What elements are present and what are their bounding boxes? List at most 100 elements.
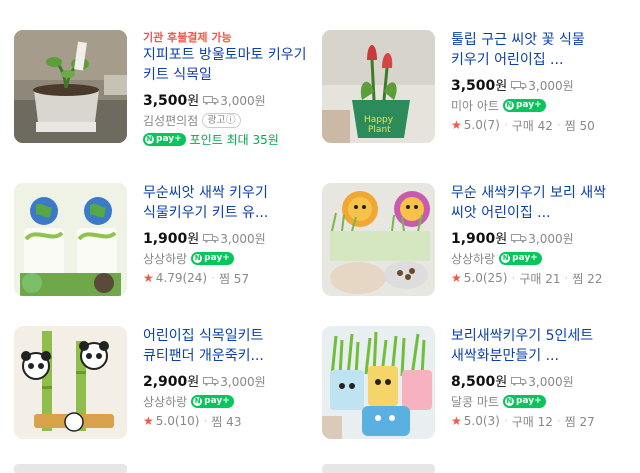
npay-badge: Npay+ <box>502 394 546 408</box>
next-row-thumbnail-partial <box>322 464 435 473</box>
price-unit: 원 <box>495 79 508 94</box>
product-card[interactable]: 보리새싹키우기 5인세트 새싹화분만들기 ... 8,500 원 3,000원 … <box>322 326 622 446</box>
rating-row: ★ 5.0 (25) · 구매 21 · 찜 22 <box>451 270 621 286</box>
shipping-fee: 3,000원 <box>528 79 574 93</box>
payment-badge: 기관 후불결제 가능 <box>143 31 232 44</box>
purchase-count: 구매 42 <box>511 118 553 133</box>
product-thumbnail[interactable]: Happy Plant <box>322 30 435 143</box>
review-count[interactable]: (3) <box>483 414 500 428</box>
tomato-pot-photo-icon <box>14 30 127 143</box>
price-row: 1,900 원 3,000원 <box>143 228 313 247</box>
purchase-count: 구매 12 <box>511 414 553 429</box>
seller-name[interactable]: 달콩 마트 <box>451 393 499 410</box>
svg-text:Happy: Happy <box>364 115 394 125</box>
star-icon: ★ <box>143 414 154 428</box>
ad-badge: 광고ⓘ <box>202 112 241 128</box>
price: 3,500 <box>451 78 496 94</box>
shipping-fee: 3,000원 <box>528 375 574 389</box>
star-icon: ★ <box>451 414 462 428</box>
next-row-thumbnail-partial <box>14 464 127 473</box>
star-icon: ★ <box>143 271 154 285</box>
review-count[interactable]: (7) <box>483 118 500 132</box>
product-title[interactable]: 툴립 구근 씨앗 꽃 식물 키우기 어린이집 ... <box>451 30 621 70</box>
naver-n-icon: N <box>193 253 203 263</box>
seller-row: 상상하랑 Npay+ <box>143 249 313 267</box>
price-unit: 원 <box>187 94 200 109</box>
price-unit: 원 <box>495 232 508 247</box>
product-thumbnail[interactable] <box>14 30 127 143</box>
divider: · <box>503 414 508 428</box>
price: 1,900 <box>451 231 496 247</box>
price-unit: 원 <box>187 375 200 390</box>
product-card[interactable]: 무순씨앗 새싹 키우기 식물키우기 키트 유... 1,900 원 3,000원… <box>14 183 314 303</box>
rating-value: 5.0 <box>463 414 483 428</box>
product-card[interactable]: 어린이집 식목일키트 큐티팬더 개운죽키... 2,900 원 3,000원 상… <box>14 326 314 446</box>
price-row: 1,900 원 3,000원 <box>451 228 621 247</box>
lion-sprout-cups-photo-icon <box>322 183 435 296</box>
shipping-fee: 3,000원 <box>220 94 266 108</box>
product-info: 무순 새싹키우기 보리 새싹 씨앗 어린이집 ... 1,900 원 3,000… <box>451 183 621 286</box>
shipping-fee: 3,000원 <box>220 375 266 389</box>
truck-icon <box>203 234 219 243</box>
product-title[interactable]: 어린이집 식목일키트 큐티팬더 개운죽키... <box>143 326 313 366</box>
naver-n-icon: N <box>501 253 511 263</box>
seller-name[interactable]: 미아 아트 <box>451 97 499 114</box>
seller-name[interactable]: 상상하랑 <box>451 250 495 267</box>
price: 2,900 <box>143 374 188 390</box>
seller-name[interactable]: 김성편의점 <box>143 112 198 129</box>
product-card[interactable]: 기관 후불결제 가능 지피포트 방울토마토 키우기 키트 식목일 3,500 원… <box>14 30 314 150</box>
product-thumbnail[interactable] <box>322 183 435 296</box>
product-thumbnail[interactable] <box>14 326 127 439</box>
product-info: 기관 후불결제 가능 지피포트 방울토마토 키우기 키트 식목일 3,500 원… <box>143 30 313 148</box>
price-row: 2,900 원 3,000원 <box>143 371 313 390</box>
shipping-fee: 3,000원 <box>528 232 574 246</box>
rating-value: 4.79 <box>155 271 183 285</box>
like-count: 찜 22 <box>572 271 603 286</box>
product-title[interactable]: 무순 새싹키우기 보리 새싹 씨앗 어린이집 ... <box>451 183 621 223</box>
like-count: 찜 27 <box>564 414 595 429</box>
rating-row: ★ 4.79 (24) · 찜 57 <box>143 270 313 286</box>
product-title[interactable]: 무순씨앗 새싹 키우기 식물키우기 키트 유... <box>143 183 313 223</box>
product-info: 어린이집 식목일키트 큐티팬더 개운죽키... 2,900 원 3,000원 상… <box>143 326 313 429</box>
truck-icon <box>203 96 219 105</box>
price-unit: 원 <box>495 375 508 390</box>
purchase-count: 구매 21 <box>519 271 561 286</box>
divider: · <box>211 271 215 285</box>
star-icon: ★ <box>451 271 462 285</box>
product-card[interactable]: 무순 새싹키우기 보리 새싹 씨앗 어린이집 ... 1,900 원 3,000… <box>322 183 622 303</box>
price: 8,500 <box>451 374 496 390</box>
barley-grass-cups-photo-icon <box>322 326 435 439</box>
product-title[interactable]: 보리새싹키우기 5인세트 새싹화분만들기 ... <box>451 326 621 366</box>
tulip-pot-photo-icon: Happy Plant <box>322 30 435 143</box>
divider: · <box>203 414 208 428</box>
price-row: 8,500 원 3,000원 <box>451 371 621 390</box>
product-info: 툴립 구근 씨앗 꽃 식물 키우기 어린이집 ... 3,500 원 3,000… <box>451 30 621 133</box>
naver-n-icon: N <box>193 396 203 406</box>
product-info: 무순씨앗 새싹 키우기 식물키우기 키트 유... 1,900 원 3,000원… <box>143 183 313 286</box>
seller-name[interactable]: 상상하랑 <box>143 250 187 267</box>
earth-sprout-kit-photo-icon <box>14 183 127 296</box>
review-count[interactable]: (10) <box>175 414 200 428</box>
review-count[interactable]: (25) <box>483 271 508 285</box>
rating-row: ★ 5.0 (7) · 구매 42 · 찜 50 <box>451 117 621 133</box>
npay-badge: Npay+ <box>499 251 542 265</box>
rating-value: 5.0 <box>463 118 483 132</box>
seller-row: 달콩 마트 Npay+ <box>451 392 621 410</box>
product-title[interactable]: 지피포트 방울토마토 키우기 키트 식목일 <box>143 45 313 85</box>
product-card[interactable]: Happy Plant 툴립 구근 씨앗 꽃 식물 키우기 어린이집 ... 3… <box>322 30 622 150</box>
seller-name[interactable]: 상상하랑 <box>143 393 187 410</box>
npay-badge: Npay+ <box>502 98 546 112</box>
rating-row: ★ 5.0 (10) · 찜 43 <box>143 413 313 429</box>
point-text: 포인트 최대 35원 <box>189 133 279 147</box>
divider: · <box>503 118 508 132</box>
product-thumbnail[interactable] <box>14 183 127 296</box>
product-info: 보리새싹키우기 5인세트 새싹화분만들기 ... 8,500 원 3,000원 … <box>451 326 621 429</box>
seller-row: 상상하랑 Npay+ <box>143 392 313 410</box>
product-thumbnail[interactable] <box>322 326 435 439</box>
review-count[interactable]: (24) <box>182 271 207 285</box>
like-count: 찜 57 <box>218 271 250 286</box>
npay-badge: Npay+ <box>191 394 234 408</box>
naver-n-icon: N <box>504 100 514 110</box>
info-icon: ⓘ <box>225 114 236 126</box>
price-row: 3,500 원 3,000원 <box>451 75 621 94</box>
